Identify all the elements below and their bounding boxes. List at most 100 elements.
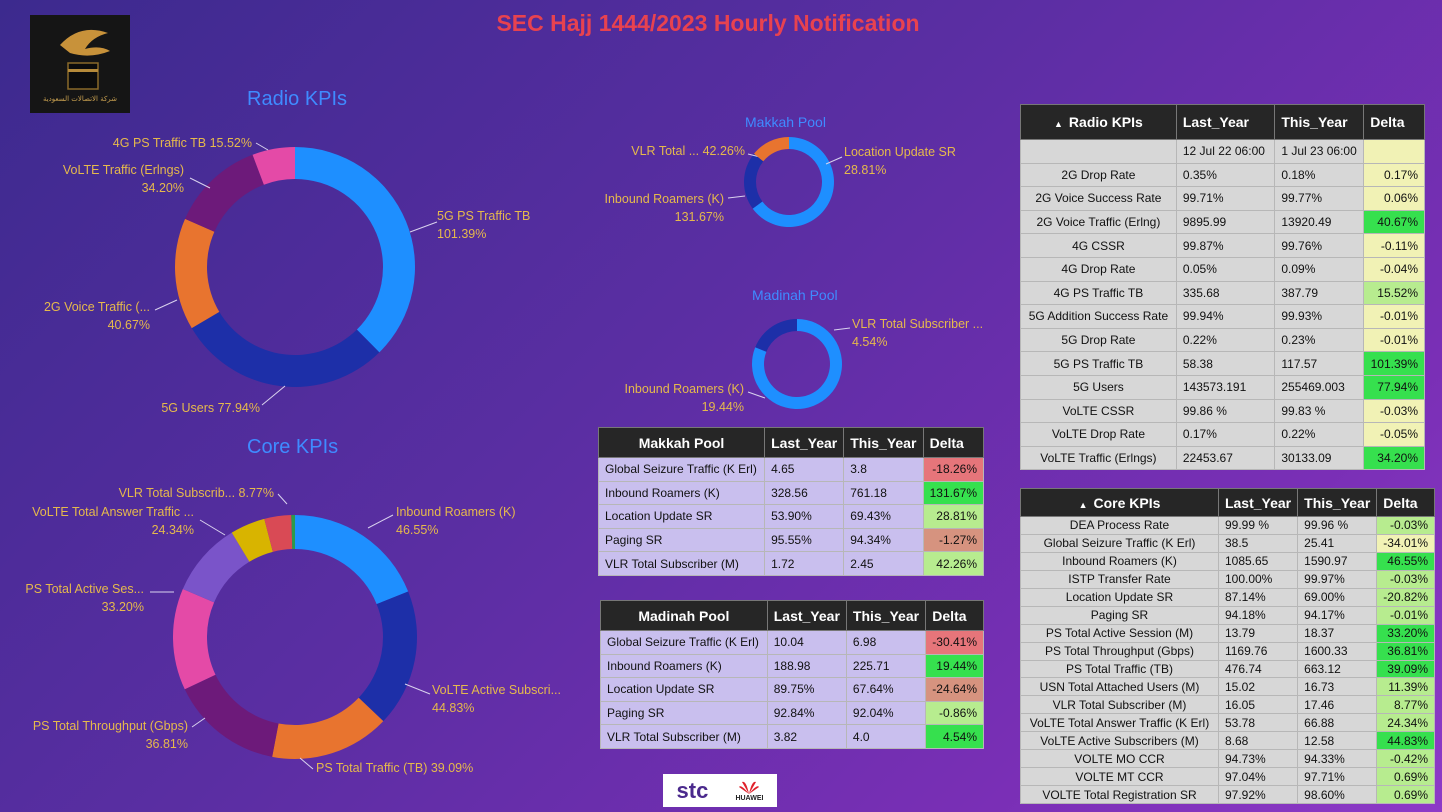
madinah_table-cell-last: 10.04 — [766, 630, 847, 655]
madinah-slice-label-1: VLR Total Subscriber ... 4.54% — [852, 317, 983, 349]
table-row: VoLTE CSSR 99.86 % 99.83 % -0.03% — [1020, 398, 1425, 424]
core-slice-label-1: VoLTE Active Subscri... 44.83% — [432, 683, 561, 715]
core_table-cell-delta: 39.09% — [1376, 659, 1435, 679]
madinah_table-cell-this: 225.71 — [845, 653, 927, 679]
radio_table-header-0[interactable]: ▲ Radio KPIs — [1020, 104, 1177, 140]
core_table-cell-this: 1600.33 — [1297, 641, 1378, 661]
core-slice-4[interactable] — [173, 588, 216, 690]
madinah_table-header-3[interactable]: Delta — [925, 600, 984, 631]
core_table-cell-last: 1169.76 — [1217, 641, 1299, 661]
radio_table-cell-name: 2G Voice Success Rate — [1020, 186, 1177, 211]
madinah-leader-line-1 — [833, 327, 851, 331]
makkah_table-cell-last: 4.65 — [764, 457, 845, 482]
radio_table-cell-delta — [1363, 139, 1425, 164]
madinah_table-cell-last: 188.98 — [766, 653, 847, 679]
stc-logo: stc — [676, 777, 709, 803]
makkah_table-header-3[interactable]: Delta — [922, 427, 985, 458]
radio_table-cell-last: 0.35% — [1175, 162, 1276, 188]
core_table-cell-delta: -0.03% — [1376, 569, 1435, 589]
radio_table-header-3[interactable]: Delta — [1363, 104, 1425, 140]
table-row: VOLTE Total Registration SR 97.92% 98.60% 0… — [1020, 785, 1435, 804]
core_table-cell-delta: 8.77% — [1376, 695, 1435, 715]
radio_table-cell-name: 2G Voice Traffic (Erlng) — [1020, 209, 1177, 235]
makkah-slice-2[interactable] — [753, 137, 789, 162]
madinah_table-header-2[interactable]: This_Year — [845, 600, 927, 631]
madinah_table-header-1[interactable]: Last_Year — [766, 600, 847, 631]
radio_table-cell-this: 0.09% — [1274, 256, 1365, 282]
makkah_table-cell-name: VLR Total Subscriber (M) — [597, 551, 766, 576]
sort-ascending-icon[interactable]: ▲ — [1054, 119, 1063, 129]
table-row: 2G Voice Success Rate 99.71% 99.77% 0.06% — [1020, 186, 1425, 211]
core_table-header-2[interactable]: This_Year — [1297, 488, 1378, 517]
table-row: USN Total Attached Users (M) 15.02 16.73 11… — [1020, 677, 1435, 697]
radio_table-cell-last: 99.94% — [1175, 304, 1276, 329]
table-row: VoLTE Active Subscribers (M) 8.68 12.58 44.… — [1020, 731, 1435, 751]
radio-slice-label-0: 5G PS Traffic TB 101.39% — [437, 209, 530, 241]
core_table-cell-this: 12.58 — [1297, 731, 1378, 751]
core_table-header-3[interactable]: Delta — [1376, 488, 1435, 517]
radio_table-cell-delta: 0.17% — [1363, 162, 1425, 188]
table-row: 2G Voice Traffic (Erlng) 9895.99 13920.49 4… — [1020, 209, 1425, 235]
madinah_table-cell-name: Inbound Roamers (K) — [600, 653, 768, 679]
radio_table-cell-this: 0.18% — [1274, 162, 1365, 188]
madinah-slice-1[interactable] — [755, 319, 797, 352]
core_table-cell-this: 97.71% — [1297, 767, 1378, 787]
makkah_table-header-0[interactable]: Makkah Pool — [597, 427, 766, 458]
core-slice-1[interactable] — [358, 591, 417, 722]
core_table-cell-this: 25.41 — [1297, 533, 1378, 553]
radio_table-header-2[interactable]: This_Year — [1274, 104, 1365, 140]
radio_table-cell-delta: -0.03% — [1363, 398, 1425, 424]
core_table-cell-name: Global Seizure Traffic (K Erl) — [1020, 533, 1219, 553]
makkah-slice-1[interactable] — [743, 153, 764, 209]
core_table-cell-last: 1085.65 — [1217, 551, 1299, 571]
radio_table-cell-last: 58.38 — [1175, 351, 1276, 376]
table-row: VoLTE Traffic (Erlngs) 22453.67 30133.09 34… — [1020, 445, 1425, 471]
core-slice-2[interactable] — [272, 697, 384, 759]
makkah_table-cell-delta: 42.26% — [922, 551, 985, 576]
makkah_table-cell-delta: -18.26% — [922, 457, 985, 482]
radio_table-cell-delta: 34.20% — [1363, 445, 1425, 471]
radio_table-cell-last: 335.68 — [1175, 280, 1276, 306]
makkah_table-cell-delta: 131.67% — [922, 480, 985, 506]
sort-ascending-icon[interactable]: ▲ — [1079, 500, 1088, 510]
core-slice-0[interactable] — [295, 515, 409, 605]
table-row: Inbound Roamers (K) 1085.65 1590.97 46.55% — [1020, 551, 1435, 571]
radio-slice-label-1: 5G Users 77.94% — [161, 401, 260, 415]
makkah_table-header-2[interactable]: This_Year — [843, 427, 924, 458]
core_table-cell-name: PS Total Active Session (M) — [1020, 623, 1219, 643]
radio-slice-3[interactable] — [185, 154, 264, 232]
core_table-cell-last: 100.00% — [1217, 569, 1299, 589]
radio_table-cell-delta: 15.52% — [1363, 280, 1425, 306]
radio_table-header-1[interactable]: Last_Year — [1175, 104, 1276, 140]
core_table-cell-name: VLR Total Subscriber (M) — [1020, 695, 1219, 715]
radio_table-cell-this: 0.22% — [1274, 422, 1365, 447]
core-slice-3[interactable] — [184, 674, 279, 757]
makkah_table-header-1[interactable]: Last_Year — [764, 427, 845, 458]
radio-slice-1[interactable] — [191, 311, 380, 388]
radio_table-cell-name: 5G PS Traffic TB — [1020, 351, 1177, 376]
madinah_table-cell-this: 92.04% — [845, 700, 927, 726]
makkah_table-cell-this: 94.34% — [843, 527, 924, 553]
core_table-cell-this: 94.33% — [1297, 749, 1378, 769]
makkah_table-cell-last: 328.56 — [764, 480, 845, 506]
huawei-petal-icon — [739, 781, 760, 794]
radio_table-cell-name: 5G Users — [1020, 374, 1177, 400]
partner-logos: stc HUAWEI — [663, 774, 777, 807]
makkah_table-cell-this: 3.8 — [843, 457, 924, 482]
core_table-cell-name: VoLTE Total Answer Traffic (K Erl) — [1020, 713, 1219, 733]
core_table-header-0[interactable]: ▲ Core KPIs — [1020, 488, 1219, 517]
radio_table-cell-name — [1020, 139, 1177, 164]
radio_table-cell-last: 9895.99 — [1175, 209, 1276, 235]
madinah_table-cell-delta: -24.64% — [925, 677, 984, 702]
core_table-header-1[interactable]: Last_Year — [1217, 488, 1299, 517]
radio-slice-2[interactable] — [175, 218, 220, 329]
radio_table-cell-last: 0.05% — [1175, 256, 1276, 282]
radio-kpis-table: ▲ Radio KPIs Last_Year This_Year Delta 12 Jul… — [1020, 104, 1425, 471]
radio_table-cell-last: 22453.67 — [1175, 445, 1276, 471]
radio_table-cell-this: 13920.49 — [1274, 209, 1365, 235]
radio-slice-0[interactable] — [295, 147, 416, 353]
madinah_table-cell-last: 92.84% — [766, 700, 847, 726]
madinah_table-header-0[interactable]: Madinah Pool — [600, 600, 768, 631]
core_table-cell-last: 94.18% — [1217, 605, 1299, 625]
radio_table-cell-this: 99.77% — [1274, 186, 1365, 211]
